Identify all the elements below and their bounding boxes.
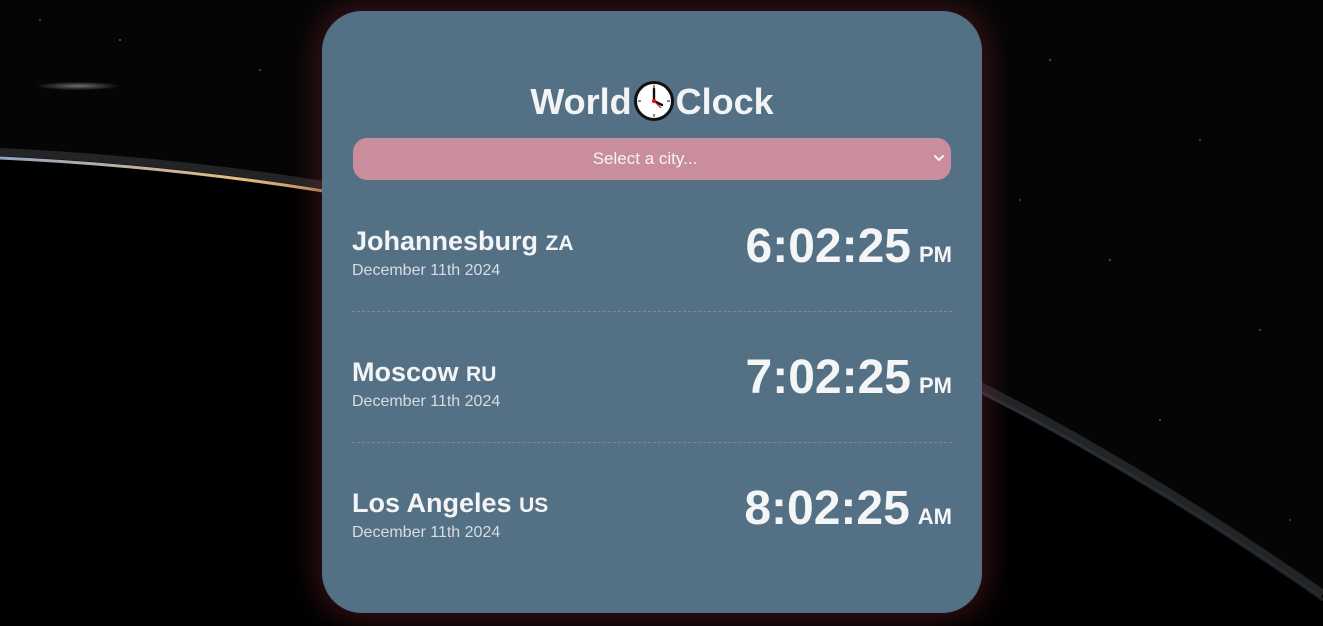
title-world: World [530, 81, 632, 122]
city-time: 8:02:25 AM [744, 481, 952, 537]
time-digits: 7:02:25 [745, 351, 911, 404]
page-title: World Clock [322, 81, 982, 123]
city-name: Johannesburg ZA [352, 226, 574, 256]
title-clock: Clock [675, 81, 774, 122]
city-select-value: Select a city... [592, 149, 698, 168]
time-period: PM [919, 373, 952, 398]
chevron-down-icon [934, 155, 944, 161]
city-date: December 11th 2024 [352, 262, 501, 279]
city-row-johannesburg: Johannesburg ZA December 11th 2024 6:02:… [352, 181, 952, 312]
city-row-moscow: Moscow RU December 11th 2024 7:02:25 PM [352, 312, 952, 443]
city-time: 7:02:25 PM [746, 350, 952, 406]
city-date: December 11th 2024 [352, 393, 501, 410]
country-code: RU [466, 363, 497, 386]
clock-icon [633, 81, 674, 121]
city-select[interactable]: Select a city... [353, 138, 951, 180]
world-clock-card: World Clock Select a city... Johannesbur… [322, 11, 982, 613]
country-code: ZA [545, 232, 574, 255]
city-name: Moscow RU [352, 357, 497, 387]
time-digits: 6:02:25 [745, 220, 911, 273]
city-time: 6:02:25 PM [746, 219, 952, 275]
time-digits: 8:02:25 [744, 482, 910, 535]
country-code: US [519, 494, 549, 517]
city-row-los-angeles: Los Angeles US December 11th 2024 8:02:2… [352, 443, 952, 573]
time-period: AM [917, 504, 952, 529]
time-period: PM [919, 242, 952, 267]
city-name: Los Angeles US [352, 488, 549, 518]
city-date: December 11th 2024 [352, 524, 501, 541]
